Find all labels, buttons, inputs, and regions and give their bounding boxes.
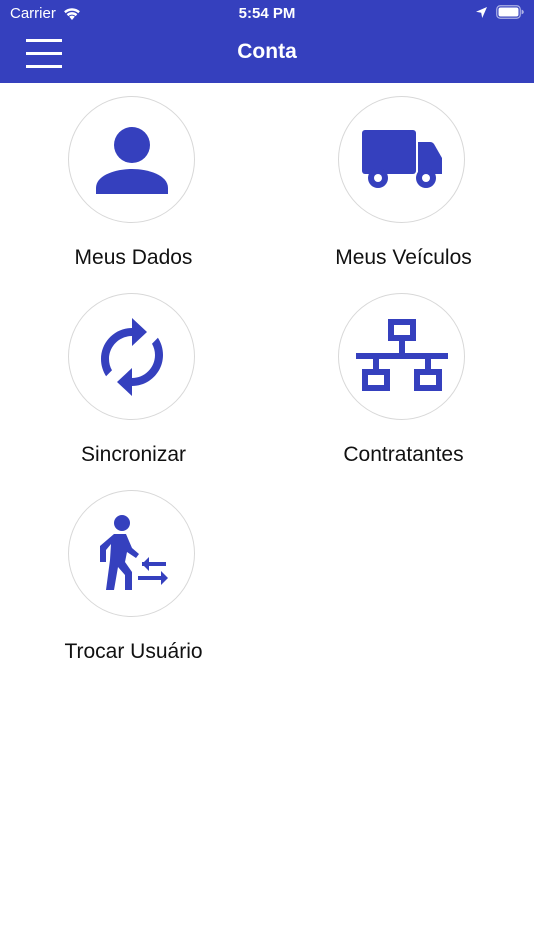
trocar-usuario-label: Trocar Usuário	[64, 640, 203, 663]
sync-icon	[100, 317, 163, 396]
status-time: 5:54 PM	[238, 5, 296, 22]
truck-icon	[361, 129, 442, 188]
status-bar: Carrier 5:54 PM	[0, 0, 534, 28]
meus-dados-label: Meus Dados	[74, 246, 193, 269]
contratantes-tile[interactable]: Contratantes	[270, 280, 534, 476]
network-icon	[355, 318, 448, 391]
battery-icon	[496, 5, 524, 19]
location-arrow-icon	[475, 6, 488, 19]
meus-veiculos-tile[interactable]: Meus Veículos	[270, 83, 534, 279]
sincronizar-icon-circle	[68, 293, 195, 420]
switch-user-icon	[99, 514, 168, 590]
contratantes-icon-circle	[338, 293, 465, 420]
contratantes-label: Contratantes	[343, 443, 464, 466]
meus-veiculos-label: Meus Veículos	[335, 246, 472, 269]
meus-dados-icon-circle	[68, 96, 195, 223]
trocar-usuario-icon-circle	[68, 490, 195, 617]
sincronizar-tile[interactable]: Sincronizar	[0, 280, 267, 476]
meus-veiculos-icon-circle	[338, 96, 465, 223]
page-title: Conta	[237, 40, 297, 63]
header: Carrier 5:54 PM Conta	[0, 0, 534, 83]
status-indicators	[475, 5, 524, 19]
trocar-usuario-tile[interactable]: Trocar Usuário	[0, 477, 267, 673]
navigation-bar: Conta	[0, 28, 534, 83]
meus-dados-tile[interactable]: Meus Dados	[0, 83, 267, 279]
sincronizar-label: Sincronizar	[80, 443, 187, 466]
person-icon	[95, 126, 168, 194]
